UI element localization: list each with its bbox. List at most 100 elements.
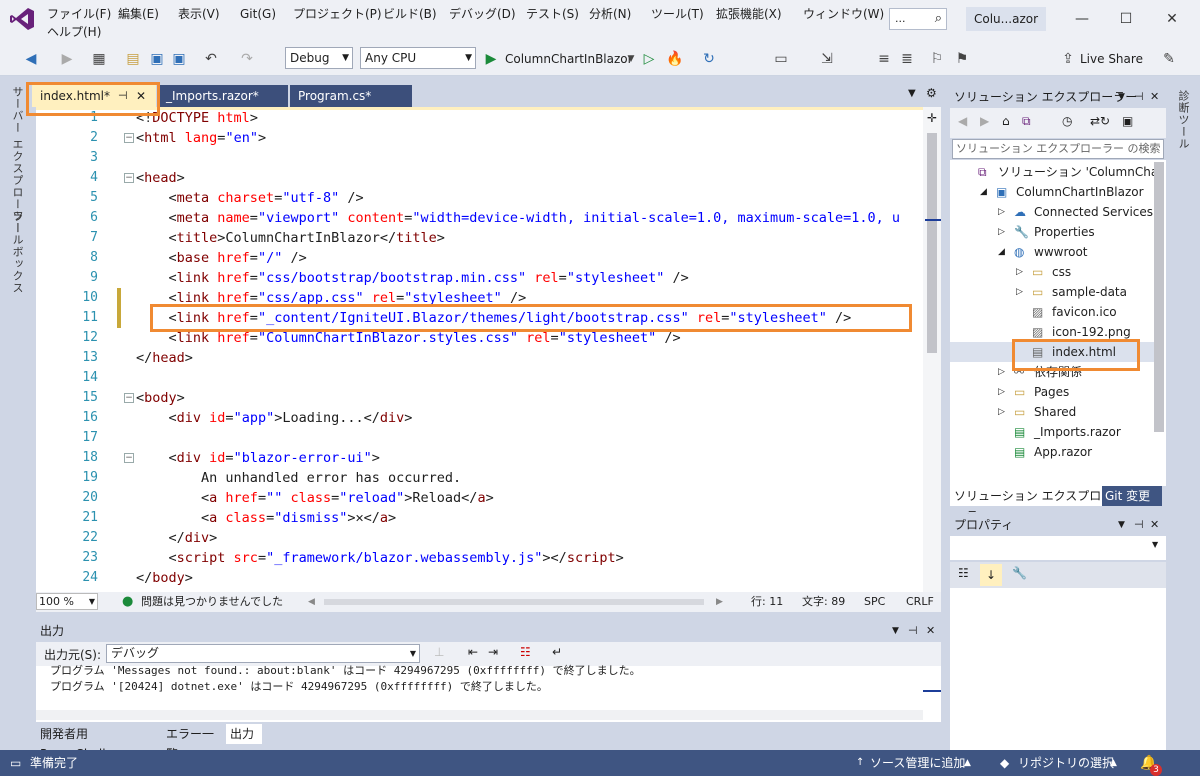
tree-scroll-thumb[interactable] [1154, 162, 1164, 432]
menu-item[interactable]: テスト(S) [526, 5, 579, 23]
code-line[interactable]: <html lang="en"> [136, 128, 266, 148]
redo-icon[interactable]: ↷ [238, 50, 256, 68]
run-icon[interactable]: ▶ [484, 50, 498, 68]
close-panel-icon[interactable]: ✕ [1150, 514, 1159, 536]
save-all-icon[interactable]: ▣ [170, 50, 188, 68]
scroll-left-icon[interactable]: ◀ [308, 592, 315, 612]
collapsed-arrow-icon[interactable]: ▷ [1016, 262, 1023, 282]
code-line[interactable]: </body> [136, 568, 193, 588]
save-icon[interactable]: ▣ [148, 50, 166, 68]
config-select[interactable]: Debug ▼ [285, 47, 353, 69]
pin-icon[interactable]: ⊣ [1134, 86, 1144, 108]
code-line[interactable]: </div> [136, 528, 218, 548]
word-wrap-icon[interactable]: ↵ [552, 645, 562, 659]
undo-icon[interactable]: ↶ [202, 50, 220, 68]
panel-dropdown-icon[interactable]: ▼ [892, 620, 899, 642]
tree-item[interactable]: ▷ 🔧 Properties [950, 222, 1154, 242]
code-area[interactable]: 1 <!DOCTYPE html> 2− <html lang="en"> 3 4− <he… [36, 107, 923, 592]
code-line[interactable]: </head> [136, 348, 193, 368]
refresh-icon[interactable]: ↻ [1100, 114, 1110, 128]
panel-dropdown-icon[interactable]: ▼ [1118, 86, 1125, 108]
code-line[interactable]: An unhandled error has occurred. [136, 468, 461, 488]
live-share-icon[interactable]: ⇪ [1060, 50, 1076, 68]
sync-icon[interactable]: ⇄ [1090, 114, 1100, 128]
diagnostics-tab[interactable]: 診断ツール [1175, 90, 1191, 150]
tree-item[interactable]: ▷ ▭ Pages [950, 382, 1154, 402]
menu-item[interactable]: 拡張機能(X) [716, 5, 782, 23]
menu-item[interactable]: 編集(E) [118, 5, 159, 23]
issues-text[interactable]: 問題は見つかりませんでした [141, 592, 283, 612]
tab-solution-explorer[interactable]: ソリューション エクスプローラー [950, 486, 1102, 523]
pin-icon[interactable]: ⊣ [1134, 514, 1144, 536]
open-folder-icon[interactable]: ▤ [124, 50, 142, 68]
forward-icon[interactable]: ▶ [980, 114, 989, 128]
browser-link-icon[interactable]: ▭ [772, 50, 790, 68]
refresh-icon[interactable]: ↻ [700, 50, 718, 68]
maximize-icon[interactable]: ☐ [1114, 8, 1138, 30]
source-control-button[interactable]: ソース管理に追加 [870, 750, 965, 776]
properties-object-select[interactable]: ▼ [950, 536, 1166, 560]
collapsed-arrow-icon[interactable]: ▷ [998, 362, 1005, 382]
menu-item[interactable]: ビルド(B) [383, 5, 437, 23]
output-h-scrollbar[interactable] [36, 710, 923, 720]
code-line[interactable]: <script src="_framework/blazor.webassemb… [136, 548, 624, 568]
hot-reload-icon[interactable]: 🔥 [666, 50, 684, 68]
repo-select-button[interactable]: リポジトリの選択 [1018, 750, 1114, 776]
collapsed-arrow-icon[interactable]: ▷ [998, 402, 1005, 422]
home-icon[interactable]: ⌂ [1002, 114, 1010, 128]
minimize-icon[interactable]: — [1070, 8, 1094, 30]
categorized-icon[interactable]: ☷ [958, 566, 969, 580]
menu-item[interactable]: ツール(T) [651, 5, 704, 23]
fold-toggle-icon[interactable]: − [124, 173, 134, 183]
tab-error-list[interactable]: エラー一覧 [162, 724, 224, 761]
h-scroll-thumb[interactable] [324, 599, 704, 605]
output-text[interactable]: プログラム 'Messages not found.: about:blank'… [36, 664, 941, 722]
property-pages-icon[interactable]: 🔧 [1012, 566, 1027, 580]
pin-icon[interactable]: ⊣ [908, 620, 918, 642]
menu-item[interactable]: ウィンドウ(W) [803, 5, 884, 23]
collapsed-arrow-icon[interactable]: ▷ [998, 202, 1005, 222]
feedback-icon[interactable]: ✎ [1160, 50, 1178, 68]
code-line[interactable]: <div id="blazor-error-ui"> [136, 448, 380, 468]
settings-icon[interactable]: ⚙ [926, 86, 937, 100]
scroll-thumb[interactable] [927, 133, 937, 353]
code-line[interactable]: <body> [136, 388, 185, 408]
zoom-select[interactable]: 100 % ▼ [36, 593, 98, 610]
live-share-button[interactable]: Live Share [1080, 50, 1143, 68]
platform-select[interactable]: Any CPU ▼ [360, 47, 476, 69]
collapse-all-icon[interactable]: ▣ [1122, 114, 1133, 128]
run-without-debug-icon[interactable]: ▷ [642, 50, 656, 68]
clear-all-icon[interactable]: ☷ [520, 645, 531, 659]
code-line[interactable]: <meta name="viewport" content="width=dev… [136, 208, 901, 228]
code-line[interactable]: <link href="css/bootstrap/bootstrap.min.… [136, 268, 689, 288]
code-line[interactable]: <title>ColumnChartInBlazor</title> [136, 228, 445, 248]
menu-help[interactable]: ヘルプ(H) [47, 24, 101, 40]
fold-toggle-icon[interactable]: − [124, 453, 134, 463]
code-line[interactable]: <div id="app">Loading...</div> [136, 408, 413, 428]
panel-dropdown-icon[interactable]: ▼ [1118, 514, 1125, 536]
expanded-arrow-icon[interactable]: ◢ [998, 242, 1005, 262]
menu-item[interactable]: 分析(N) [589, 5, 631, 23]
tab-imports-razor[interactable]: _Imports.razor* [158, 85, 288, 107]
tab-dropdown-icon[interactable]: ▼ [908, 88, 916, 99]
output-source-select[interactable]: デバッグ ▼ [106, 644, 420, 663]
code-line[interactable]: <meta charset="utf-8" /> [136, 188, 364, 208]
next-message-icon[interactable]: ⇥ [488, 645, 498, 659]
tab-output[interactable]: 出力 [226, 724, 262, 744]
close-panel-icon[interactable]: ✕ [926, 620, 935, 642]
code-line[interactable]: <head> [136, 168, 185, 188]
tree-item[interactable]: ◢ ▣ ColumnChartInBlazor [950, 182, 1154, 202]
code-line[interactable]: <a href="" class="reload">Reload</a> [136, 488, 494, 508]
tree-item[interactable]: ◢ ◍ wwwroot [950, 242, 1154, 262]
switch-views-icon[interactable]: ⧉ [1022, 114, 1031, 129]
search-input[interactable]: ... ⌕ [889, 8, 947, 30]
bookmark-icon[interactable]: ⚐ [928, 50, 946, 68]
tree-item[interactable]: ▤ _Imports.razor [950, 422, 1154, 442]
menu-item[interactable]: Git(G) [240, 5, 276, 23]
prev-message-icon[interactable]: ⇤ [468, 645, 478, 659]
close-panel-icon[interactable]: ✕ [1150, 86, 1159, 108]
fold-toggle-icon[interactable]: − [124, 133, 134, 143]
tab-program-cs[interactable]: Program.cs* [290, 85, 412, 107]
split-icon[interactable]: ✛ [927, 111, 937, 125]
comment-icon[interactable]: ≡ [875, 50, 893, 68]
